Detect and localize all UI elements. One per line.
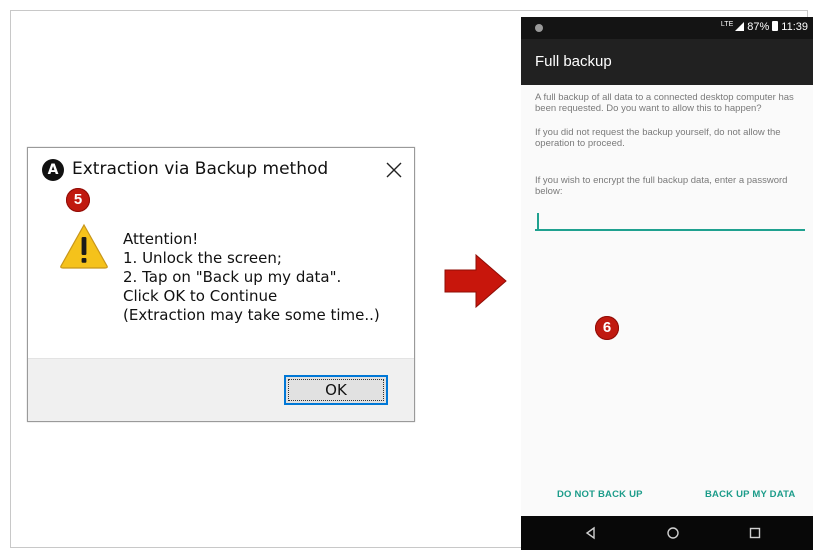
back-icon[interactable] xyxy=(583,525,599,541)
message-line: 2. Tap on "Back up my data". xyxy=(123,268,342,286)
status-bar: LTE 87% 11:39 xyxy=(521,17,813,39)
step-badge-5: 5 xyxy=(66,188,90,212)
status-indicators: LTE 87% 11:39 xyxy=(721,21,808,33)
notification-dot-icon xyxy=(535,24,543,32)
backup-password-input[interactable] xyxy=(535,211,805,231)
text-cursor xyxy=(537,213,539,229)
message-line: Click OK to Continue xyxy=(123,287,278,305)
dialog-message: Attention! 1. Unlock the screen; 2. Tap … xyxy=(123,230,408,325)
battery-percent: 87% xyxy=(747,21,770,33)
message-line: (Extraction may take some time..) xyxy=(123,306,380,324)
arrow-right-icon xyxy=(444,253,507,309)
android-phone-screen: LTE 87% 11:39 Full backup A full backup of… xyxy=(521,17,813,550)
signal-icon xyxy=(735,21,745,31)
message-line: 1. Unlock the screen; xyxy=(123,249,282,267)
clock: 11:39 xyxy=(781,21,808,33)
app-bar-title: Full backup xyxy=(535,53,612,70)
app-logo-icon: A xyxy=(42,159,64,181)
do-not-back-up-button[interactable]: DO NOT BACK UP xyxy=(557,489,643,500)
dialog-footer: OK xyxy=(28,358,414,421)
warning-icon xyxy=(60,223,108,269)
battery-icon xyxy=(772,21,779,32)
network-type: LTE xyxy=(720,21,734,28)
backup-extraction-dialog: A Extraction via Backup method 5 Attenti… xyxy=(27,147,415,422)
home-icon[interactable] xyxy=(665,525,681,541)
back-up-my-data-button[interactable]: BACK UP MY DATA xyxy=(705,489,795,500)
dialog-actions: DO NOT BACK UP BACK UP MY DATA xyxy=(521,485,813,505)
backup-request-text: A full backup of all data to a connected… xyxy=(535,92,794,114)
close-icon xyxy=(386,162,402,178)
app-bar: Full backup xyxy=(521,39,813,85)
recents-icon[interactable] xyxy=(747,525,763,541)
step-badge-6: 6 xyxy=(595,316,619,340)
encrypt-instructions-text: If you wish to encrypt the full backup d… xyxy=(535,175,788,197)
dialog-title: Extraction via Backup method xyxy=(72,159,329,179)
input-underline xyxy=(535,229,805,231)
ok-button[interactable]: OK xyxy=(284,375,388,405)
close-button[interactable] xyxy=(384,160,404,180)
navigation-bar xyxy=(521,516,813,550)
message-line: Attention! xyxy=(123,230,199,248)
backup-warning-text: If you did not request the backup yourse… xyxy=(535,127,781,149)
dialog-titlebar: A Extraction via Backup method xyxy=(28,148,414,192)
